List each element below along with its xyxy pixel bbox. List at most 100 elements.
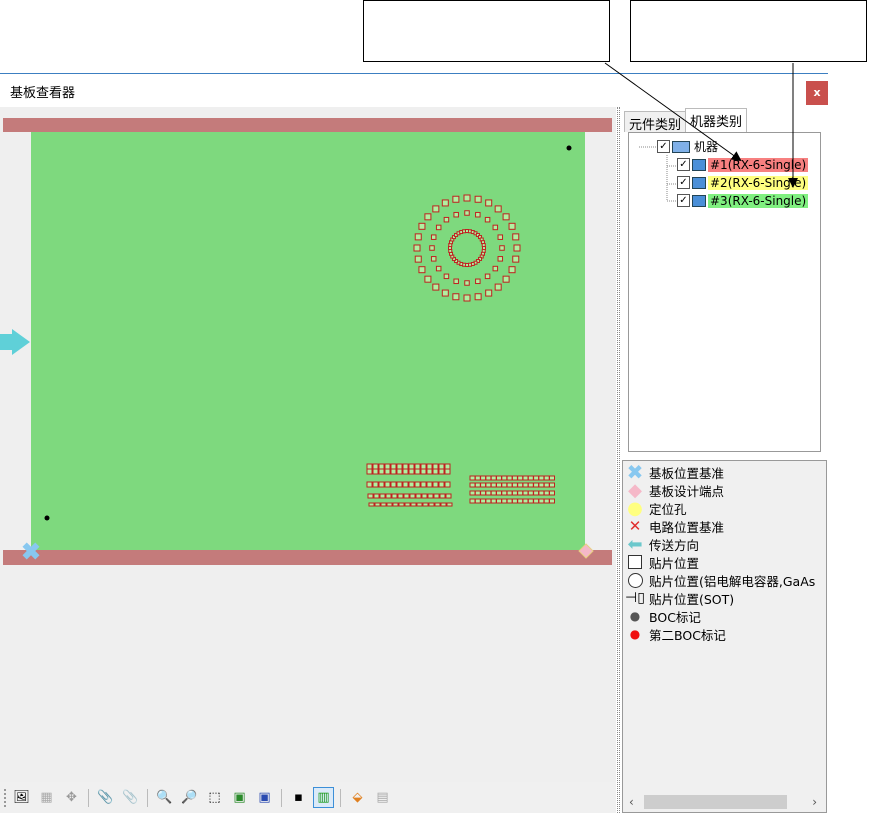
toolbar-grip[interactable] bbox=[4, 788, 7, 807]
placement-pad bbox=[474, 475, 481, 481]
placement-pad bbox=[408, 463, 415, 470]
tree-node-root[interactable]: ✓ 机器 bbox=[657, 138, 720, 155]
placement-pad bbox=[484, 216, 491, 223]
placement-pad bbox=[490, 490, 497, 496]
placement-pad bbox=[440, 502, 447, 507]
placement-pad bbox=[421, 493, 428, 499]
checkbox[interactable]: ✓ bbox=[677, 194, 690, 207]
placement-pad bbox=[372, 468, 379, 475]
clip-disabled-button[interactable]: 📎 bbox=[120, 787, 141, 808]
placement-pad bbox=[398, 502, 405, 507]
tree-node-machine-2[interactable]: ✓ #2(RX-6-Single) bbox=[677, 174, 809, 191]
placement-pad bbox=[439, 493, 446, 499]
legend-label: 第二BOC标记 bbox=[649, 627, 726, 643]
checkbox[interactable]: ✓ bbox=[657, 140, 670, 153]
placement-pad bbox=[424, 275, 432, 283]
placement-pad bbox=[372, 481, 379, 488]
placement-pad bbox=[380, 502, 387, 507]
placement-pad bbox=[480, 482, 487, 488]
placement-pad bbox=[502, 275, 510, 283]
placement-pad bbox=[422, 502, 429, 507]
placement-pad bbox=[508, 222, 516, 230]
grid-button[interactable]: ▦ bbox=[36, 787, 57, 808]
checkbox[interactable]: ✓ bbox=[677, 158, 690, 171]
panel-splitter[interactable] bbox=[617, 107, 620, 813]
placement-pad bbox=[452, 293, 460, 301]
placement-pad bbox=[494, 205, 502, 213]
placement-pad bbox=[418, 222, 426, 230]
legend-label: 贴片位置(铝电解电容器,GaAs bbox=[649, 573, 816, 589]
placement-pad bbox=[538, 475, 545, 481]
placement-pad bbox=[533, 482, 540, 488]
placement-pad bbox=[384, 481, 391, 488]
placement-pad bbox=[414, 463, 421, 470]
legend-horizontal-scrollbar[interactable]: ‹ › bbox=[624, 793, 825, 811]
placement-pad bbox=[485, 199, 493, 207]
placement-pad bbox=[533, 475, 540, 481]
placement-pad bbox=[517, 482, 524, 488]
dot-red-icon: ● bbox=[629, 627, 641, 641]
placement-pad bbox=[443, 273, 450, 280]
placement-pad bbox=[444, 468, 451, 475]
placement-pad bbox=[517, 498, 524, 504]
tree-node-machine-3[interactable]: ✓ #3(RX-6-Single) bbox=[677, 192, 809, 209]
placement-pad bbox=[391, 493, 398, 499]
scroll-right-icon[interactable]: › bbox=[812, 795, 817, 809]
placement-pad bbox=[485, 498, 492, 504]
tree-node-machine-1[interactable]: ✓ #1(RX-6-Single) bbox=[677, 156, 809, 173]
placement-pad bbox=[426, 481, 433, 488]
clip-button[interactable]: 📎 bbox=[95, 787, 116, 808]
board-view-button[interactable]: ▥ bbox=[313, 787, 334, 808]
checkbox[interactable]: ✓ bbox=[677, 176, 690, 189]
bottom-rail bbox=[3, 550, 612, 565]
placement-pad bbox=[485, 482, 492, 488]
scroll-left-icon[interactable]: ‹ bbox=[629, 795, 634, 809]
placement-pad bbox=[501, 498, 508, 504]
annotation-box-1 bbox=[363, 0, 610, 62]
placement-pad bbox=[527, 475, 534, 481]
legend-item: ⬅ 传送方向 bbox=[627, 534, 699, 555]
placement-pad bbox=[522, 482, 529, 488]
zoom-in-button[interactable]: 🔍 bbox=[154, 787, 175, 808]
scroll-thumb[interactable] bbox=[644, 795, 787, 809]
tab-machine-category[interactable]: 机器类别 bbox=[685, 108, 748, 132]
placement-pad bbox=[480, 475, 487, 481]
placement-pad bbox=[379, 493, 386, 499]
placement-pad bbox=[492, 265, 499, 272]
dot-gray-icon: ● bbox=[629, 609, 641, 623]
placement-pad bbox=[497, 256, 504, 262]
placement-pad bbox=[384, 468, 391, 475]
tab-component-category[interactable]: 元件类别 bbox=[624, 111, 687, 133]
tree-label: #2(RX-6-Single) bbox=[708, 175, 809, 190]
tab-bar: 元件类别 机器类别 bbox=[624, 108, 748, 133]
zoom-fit-button[interactable]: ▣ bbox=[254, 787, 275, 808]
placement-pad bbox=[469, 475, 476, 481]
zoom-area-button[interactable]: ⬚ bbox=[204, 787, 225, 808]
placement-pad bbox=[469, 498, 476, 504]
placement-pad bbox=[499, 245, 505, 251]
placement-pad bbox=[408, 468, 415, 475]
zoom-board-button[interactable]: ▣ bbox=[229, 787, 250, 808]
zoom-out-button[interactable]: 🔎 bbox=[179, 787, 200, 808]
board-canvas[interactable] bbox=[0, 107, 616, 782]
placement-pad bbox=[367, 493, 374, 499]
placement-pad bbox=[475, 278, 481, 285]
placement-pad bbox=[452, 195, 460, 203]
placement-pad bbox=[501, 490, 508, 496]
placement-pad bbox=[512, 233, 520, 241]
placement-pad bbox=[414, 481, 421, 488]
image-button[interactable]: 🖼 bbox=[11, 787, 32, 808]
placement-pad bbox=[420, 481, 427, 488]
placement-pad bbox=[497, 234, 504, 240]
close-button[interactable]: x bbox=[806, 81, 828, 105]
placement-pad bbox=[443, 216, 450, 223]
fill-button[interactable]: ⬙ bbox=[347, 787, 368, 808]
export-button[interactable]: ▤ bbox=[372, 787, 393, 808]
component-info-button[interactable]: ▪ bbox=[288, 787, 309, 808]
placement-pad bbox=[474, 490, 481, 496]
placement-pad bbox=[445, 493, 452, 499]
placement-pad bbox=[426, 468, 433, 475]
placement-pad bbox=[416, 502, 423, 507]
move-button[interactable]: ✥ bbox=[61, 787, 82, 808]
placement-pad bbox=[397, 493, 404, 499]
